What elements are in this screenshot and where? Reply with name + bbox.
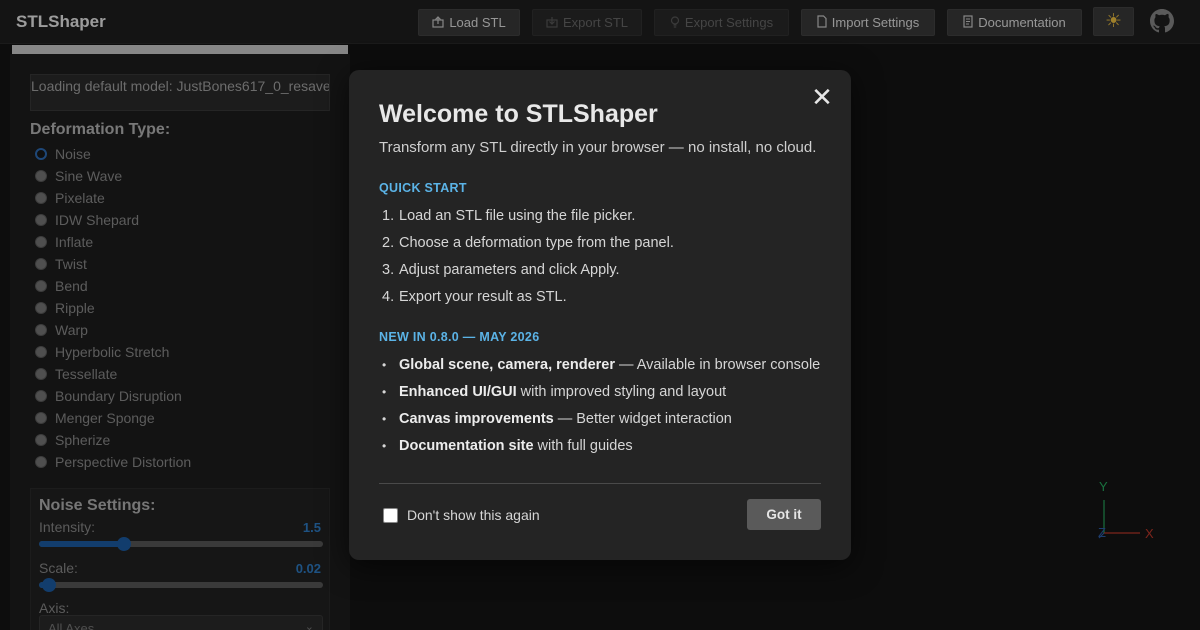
whats-new-item: • Enhanced UI/GUI with improved styling an… xyxy=(379,378,829,405)
quick-start-list: 1. Load an STL file using the file picker… xyxy=(379,202,829,310)
quick-start-step: 4. Export your result as STL. xyxy=(382,288,567,305)
quick-start-step-text: Export your result as STL. xyxy=(399,288,567,305)
close-icon[interactable]: ✕ xyxy=(811,84,833,110)
quick-start-step: 3. Adjust parameters and click Apply. xyxy=(382,261,620,278)
bullet-icon: • xyxy=(382,411,387,426)
whats-new-item-title: Global scene, camera, renderer xyxy=(399,356,615,373)
dialog-title: Welcome to STLShaper xyxy=(379,100,658,128)
whats-new-item-text: — Available in browser console xyxy=(619,356,821,373)
quick-start-step-text: Adjust parameters and click Apply. xyxy=(399,261,620,278)
quick-start-step: 2. Choose a deformation type from the pan… xyxy=(382,234,674,251)
whats-new-item-text: with full guides xyxy=(537,437,633,454)
whats-new-item-title: Enhanced UI/GUI xyxy=(399,383,517,400)
whats-new-item: • Global scene, camera, renderer — Availab… xyxy=(379,351,829,378)
whats-new-item-text: with improved styling and layout xyxy=(520,383,727,400)
bullet-icon: • xyxy=(382,384,387,399)
whats-new-item: • Documentation site with full guides xyxy=(379,432,829,459)
whats-new-item: • Canvas improvements — Better widget inte… xyxy=(379,405,829,432)
dialog-divider xyxy=(379,483,821,484)
dont-show-again-label: Don't show this again xyxy=(407,507,540,523)
bullet-icon: • xyxy=(382,438,387,453)
whats-new-item-text: — Better widget interaction xyxy=(557,410,732,427)
dont-show-again-checkbox[interactable] xyxy=(383,507,398,523)
bullet-icon: • xyxy=(382,357,387,372)
dialog-subtitle: Transform any STL directly in your brows… xyxy=(379,139,817,156)
quick-start-step-text: Load an STL file using the file picker. xyxy=(399,207,636,224)
quick-start-step-text: Choose a deformation type from the panel… xyxy=(399,234,674,251)
quick-start-heading: QUICK START xyxy=(379,181,467,195)
quick-start-step: 1. Load an STL file using the file picker… xyxy=(382,207,636,224)
welcome-dialog: ✕ Welcome to STLShaper Transform any STL… xyxy=(349,70,851,560)
whats-new-item-title: Canvas improvements xyxy=(399,410,554,427)
dont-show-again-option[interactable]: Don't show this again xyxy=(383,507,540,523)
got-it-button[interactable]: Got it xyxy=(747,499,821,530)
whats-new-heading: NEW IN 0.8.0 — MAY 2026 xyxy=(379,330,540,344)
whats-new-list: • Global scene, camera, renderer — Availab… xyxy=(379,351,829,459)
whats-new-item-title: Documentation site xyxy=(399,437,534,454)
